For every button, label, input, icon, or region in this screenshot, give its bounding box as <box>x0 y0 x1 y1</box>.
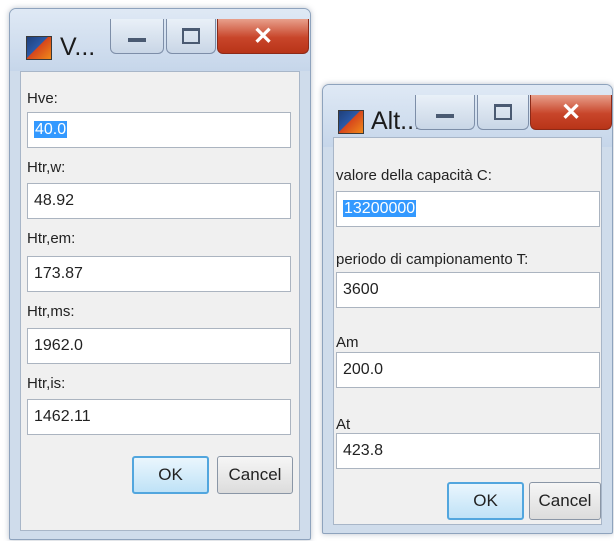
ok-button[interactable]: OK <box>132 456 209 494</box>
cancel-button[interactable]: Cancel <box>217 456 293 494</box>
cancel-button[interactable]: Cancel <box>529 482 601 520</box>
am-value: 200.0 <box>343 361 384 378</box>
at-input[interactable]: 423.8 <box>336 433 600 469</box>
window-title: V... <box>60 33 96 61</box>
htr-ms-value: 1962.0 <box>34 337 83 354</box>
htr-w-input[interactable]: 48.92 <box>27 183 291 219</box>
title-bar[interactable]: V... ✕ <box>10 9 310 71</box>
maximize-button[interactable] <box>166 19 216 54</box>
minimize-icon <box>128 38 146 42</box>
htr-is-input[interactable]: 1462.11 <box>27 399 291 435</box>
htr-is-label: Htr,is: <box>27 375 66 392</box>
htr-ms-label: Htr,ms: <box>27 303 75 320</box>
capacita-label: valore della capacità C: <box>336 167 492 184</box>
minimize-button[interactable] <box>110 19 164 54</box>
ok-button[interactable]: OK <box>447 482 524 520</box>
htr-w-label: Htr,w: <box>27 159 66 176</box>
dialog-body: Hve: 40.0 Htr,w: 48.92 Htr,em: 173.87 Ht… <box>20 71 300 531</box>
capacita-input[interactable]: 13200000 <box>336 191 600 227</box>
hve-input[interactable]: 40.0 <box>27 112 291 148</box>
htr-em-value: 173.87 <box>34 265 83 282</box>
periodo-label: periodo di campionamento T: <box>336 251 529 268</box>
close-icon: ✕ <box>560 98 582 126</box>
at-value: 423.8 <box>343 442 384 459</box>
window-title: Alt... <box>371 107 422 135</box>
dialog-body: valore della capacità C: 13200000 period… <box>333 137 602 525</box>
periodo-value: 3600 <box>343 281 379 298</box>
am-label: Am <box>336 334 359 351</box>
minimize-button[interactable] <box>415 95 475 130</box>
close-icon: ✕ <box>252 22 274 50</box>
htr-ms-input[interactable]: 1962.0 <box>27 328 291 364</box>
am-input[interactable]: 200.0 <box>336 352 600 388</box>
matlab-icon <box>338 110 364 134</box>
minimize-icon <box>436 114 454 118</box>
htr-w-value: 48.92 <box>34 192 75 209</box>
capacita-value: 13200000 <box>343 200 417 217</box>
maximize-button[interactable] <box>477 95 529 130</box>
maximize-icon <box>494 104 512 120</box>
hve-value: 40.0 <box>34 121 68 138</box>
at-label: At <box>336 416 351 433</box>
matlab-icon <box>26 36 52 60</box>
close-button[interactable]: ✕ <box>530 95 612 130</box>
input-dialog-2: Alt... ✕ valore della capacità C: 132000… <box>322 84 613 534</box>
hve-label: Hve: <box>27 90 58 107</box>
htr-em-input[interactable]: 173.87 <box>27 256 291 292</box>
maximize-icon <box>182 28 200 44</box>
periodo-input[interactable]: 3600 <box>336 272 600 308</box>
input-dialog-1: V... ✕ Hve: 40.0 Htr,w: 48.92 Htr,em: 17… <box>9 8 311 540</box>
close-button[interactable]: ✕ <box>217 19 309 54</box>
htr-is-value: 1462.11 <box>34 408 91 425</box>
htr-em-label: Htr,em: <box>27 230 76 247</box>
